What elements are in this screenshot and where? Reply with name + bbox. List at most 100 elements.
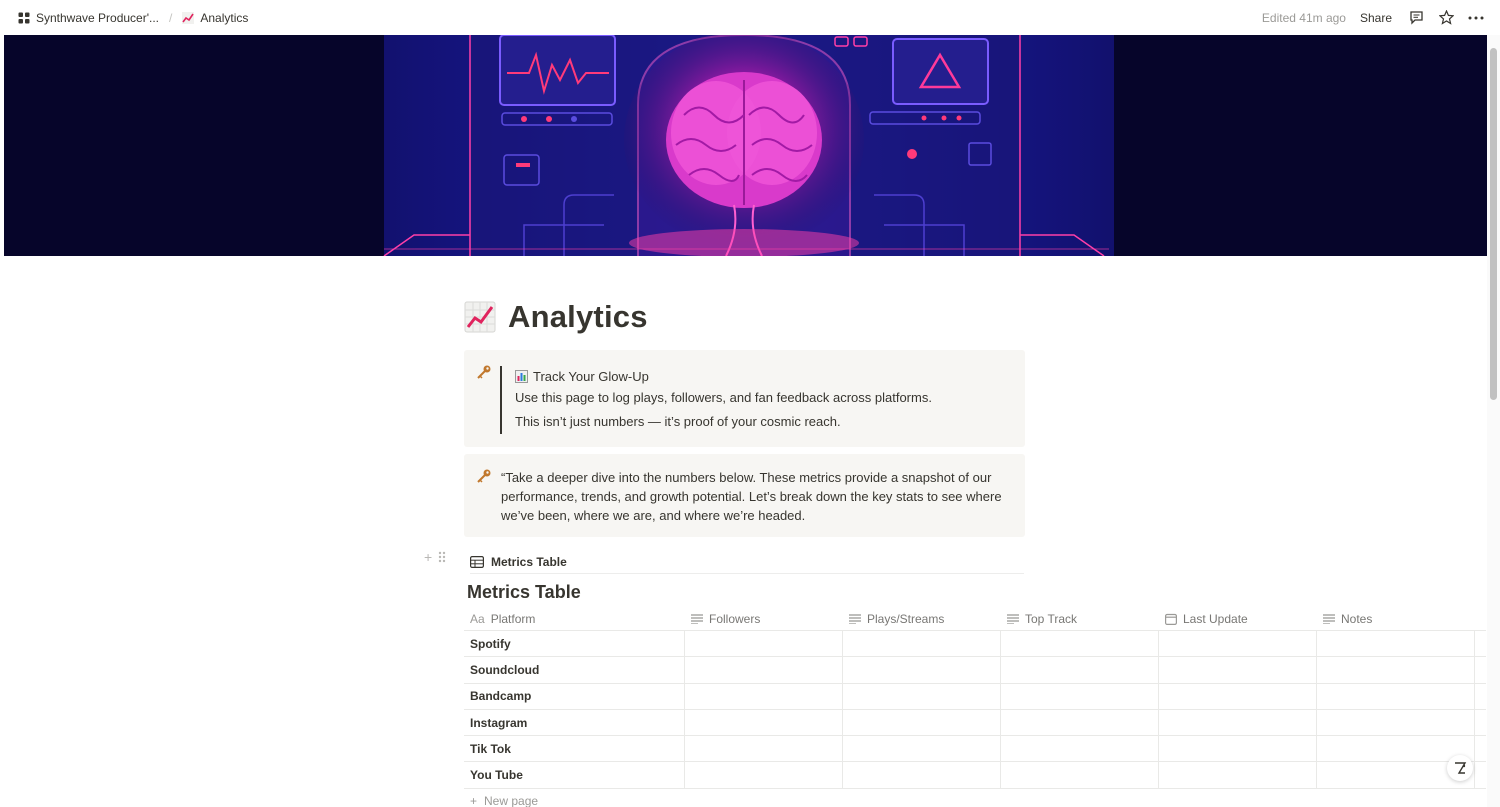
column-label: Notes (1341, 611, 1373, 626)
followers-cell[interactable] (685, 762, 843, 788)
edited-timestamp: Edited 41m ago (1261, 10, 1346, 25)
callout-heading: Track Your Glow-Up (533, 368, 649, 384)
plays-cell[interactable] (843, 709, 1001, 736)
notes-cell[interactable] (1317, 683, 1475, 709)
followers-cell[interactable] (685, 709, 843, 736)
last-update-cell[interactable] (1159, 683, 1317, 709)
text-lines-icon (691, 613, 703, 624)
column-header-platform[interactable]: Aa Platform (464, 607, 685, 630)
plays-cell[interactable] (843, 631, 1001, 657)
top-track-cell[interactable] (1001, 762, 1159, 788)
platform-cell[interactable]: Instagram (464, 709, 685, 736)
new-page-label: New page (484, 794, 539, 807)
breadcrumb-item-workspace[interactable]: Synthwave Producer'... (14, 9, 163, 27)
plays-cell[interactable] (843, 683, 1001, 709)
followers-cell[interactable] (685, 631, 843, 657)
database-title[interactable]: Metrics Table (467, 582, 581, 603)
page-header: Analytics (464, 290, 1024, 344)
breadcrumb-item-analytics[interactable]: Analytics (178, 9, 252, 27)
text-lines-icon (1323, 613, 1335, 624)
new-page-button[interactable]: + New page (470, 794, 538, 807)
key-icon[interactable] (476, 468, 492, 484)
last-update-cell[interactable] (1159, 709, 1317, 736)
table-row-end (1475, 631, 1486, 656)
last-update-cell[interactable] (1159, 736, 1317, 762)
scrollbar-thumb[interactable] (1490, 48, 1497, 400)
cover-image[interactable] (4, 35, 1487, 256)
dashboard-icon (18, 12, 30, 23)
chart-increasing-icon[interactable] (464, 301, 496, 333)
table-row-end (1475, 710, 1486, 735)
column-header-top-track[interactable]: Top Track (1001, 607, 1159, 630)
plays-cell[interactable] (843, 762, 1001, 788)
column-header-last-update[interactable]: Last Update (1159, 607, 1317, 630)
platform-cell[interactable]: Bandcamp (464, 683, 685, 709)
block-handle: + (424, 549, 446, 565)
notes-cell[interactable] (1317, 709, 1475, 736)
platform-cell[interactable]: Soundcloud (464, 657, 685, 683)
column-header-followers[interactable]: Followers (685, 607, 843, 630)
table-row[interactable]: Instagram (464, 709, 1486, 737)
table-row[interactable]: You Tube (464, 762, 1486, 789)
title-property-icon: Aa (470, 611, 485, 626)
plays-cell[interactable] (843, 736, 1001, 762)
comment-icon[interactable] (1406, 8, 1426, 28)
key-icon[interactable] (476, 364, 492, 380)
table-row[interactable]: Soundcloud (464, 657, 1486, 684)
callout-intro[interactable]: “Take a deeper dive into the numbers bel… (464, 454, 1025, 537)
table-header: Aa Platform Followers Plays/Streams Top … (464, 607, 1486, 631)
share-button[interactable]: Share (1356, 9, 1396, 27)
platform-cell[interactable]: Tik Tok (464, 736, 685, 762)
text-lines-icon (1007, 613, 1019, 624)
cover-brain-illustration (4, 35, 1487, 256)
column-label: Last Update (1183, 611, 1248, 626)
top-track-cell[interactable] (1001, 736, 1159, 762)
column-header-notes[interactable]: Notes (1317, 607, 1475, 630)
table-row[interactable]: Spotify (464, 631, 1486, 658)
view-tab-label[interactable]: Metrics Table (491, 555, 567, 569)
top-track-cell[interactable] (1001, 657, 1159, 683)
top-track-cell[interactable] (1001, 631, 1159, 657)
notes-cell[interactable] (1317, 657, 1475, 683)
column-label: Followers (709, 611, 761, 626)
column-label: Platform (490, 611, 536, 626)
top-bar: Synthwave Producer'... / Analytics Edite… (0, 0, 1500, 35)
top-track-cell[interactable] (1001, 683, 1159, 709)
more-icon[interactable] (1466, 8, 1486, 28)
callout-text: “Take a deeper dive into the numbers bel… (501, 470, 1002, 523)
table-row-end (1475, 736, 1486, 761)
page-title[interactable]: Analytics (508, 299, 648, 335)
breadcrumb: Synthwave Producer'... / Analytics (14, 9, 252, 27)
callout-line: This isn’t just numbers — it’s proof of … (515, 414, 841, 429)
column-header-plays[interactable]: Plays/Streams (843, 607, 1001, 630)
callout-track[interactable]: Track Your Glow-Up Use this page to log … (464, 350, 1025, 447)
top-track-cell[interactable] (1001, 709, 1159, 736)
followers-cell[interactable] (685, 736, 843, 762)
drag-handle-icon[interactable] (438, 551, 446, 563)
last-update-cell[interactable] (1159, 657, 1317, 683)
last-update-cell[interactable] (1159, 762, 1317, 788)
help-button[interactable] (1447, 755, 1473, 781)
column-label: Plays/Streams (867, 611, 945, 626)
last-update-cell[interactable] (1159, 631, 1317, 657)
quote-block: Track Your Glow-Up Use this page to log … (500, 366, 932, 434)
callout-line: Use this page to log plays, followers, a… (515, 390, 932, 405)
ai-assistant-icon (1455, 762, 1467, 774)
breadcrumb-label: Synthwave Producer'... (36, 10, 160, 25)
chart-increasing-icon (182, 11, 195, 24)
metrics-table: Aa Platform Followers Plays/Streams Top … (464, 607, 1486, 789)
table-row-end (1475, 657, 1486, 682)
followers-cell[interactable] (685, 657, 843, 683)
star-icon[interactable] (1436, 8, 1456, 28)
table-row[interactable]: Tik Tok (464, 736, 1486, 763)
followers-cell[interactable] (685, 683, 843, 709)
text-lines-icon (849, 613, 861, 624)
table-row[interactable]: Bandcamp (464, 683, 1486, 710)
notes-cell[interactable] (1317, 631, 1475, 657)
calendar-icon (1165, 613, 1177, 625)
linked-database-view[interactable]: Metrics Table (470, 550, 1024, 574)
plays-cell[interactable] (843, 657, 1001, 683)
platform-cell[interactable]: Spotify (464, 631, 685, 657)
platform-cell[interactable]: You Tube (464, 762, 685, 788)
add-block-icon[interactable]: + (424, 549, 432, 565)
